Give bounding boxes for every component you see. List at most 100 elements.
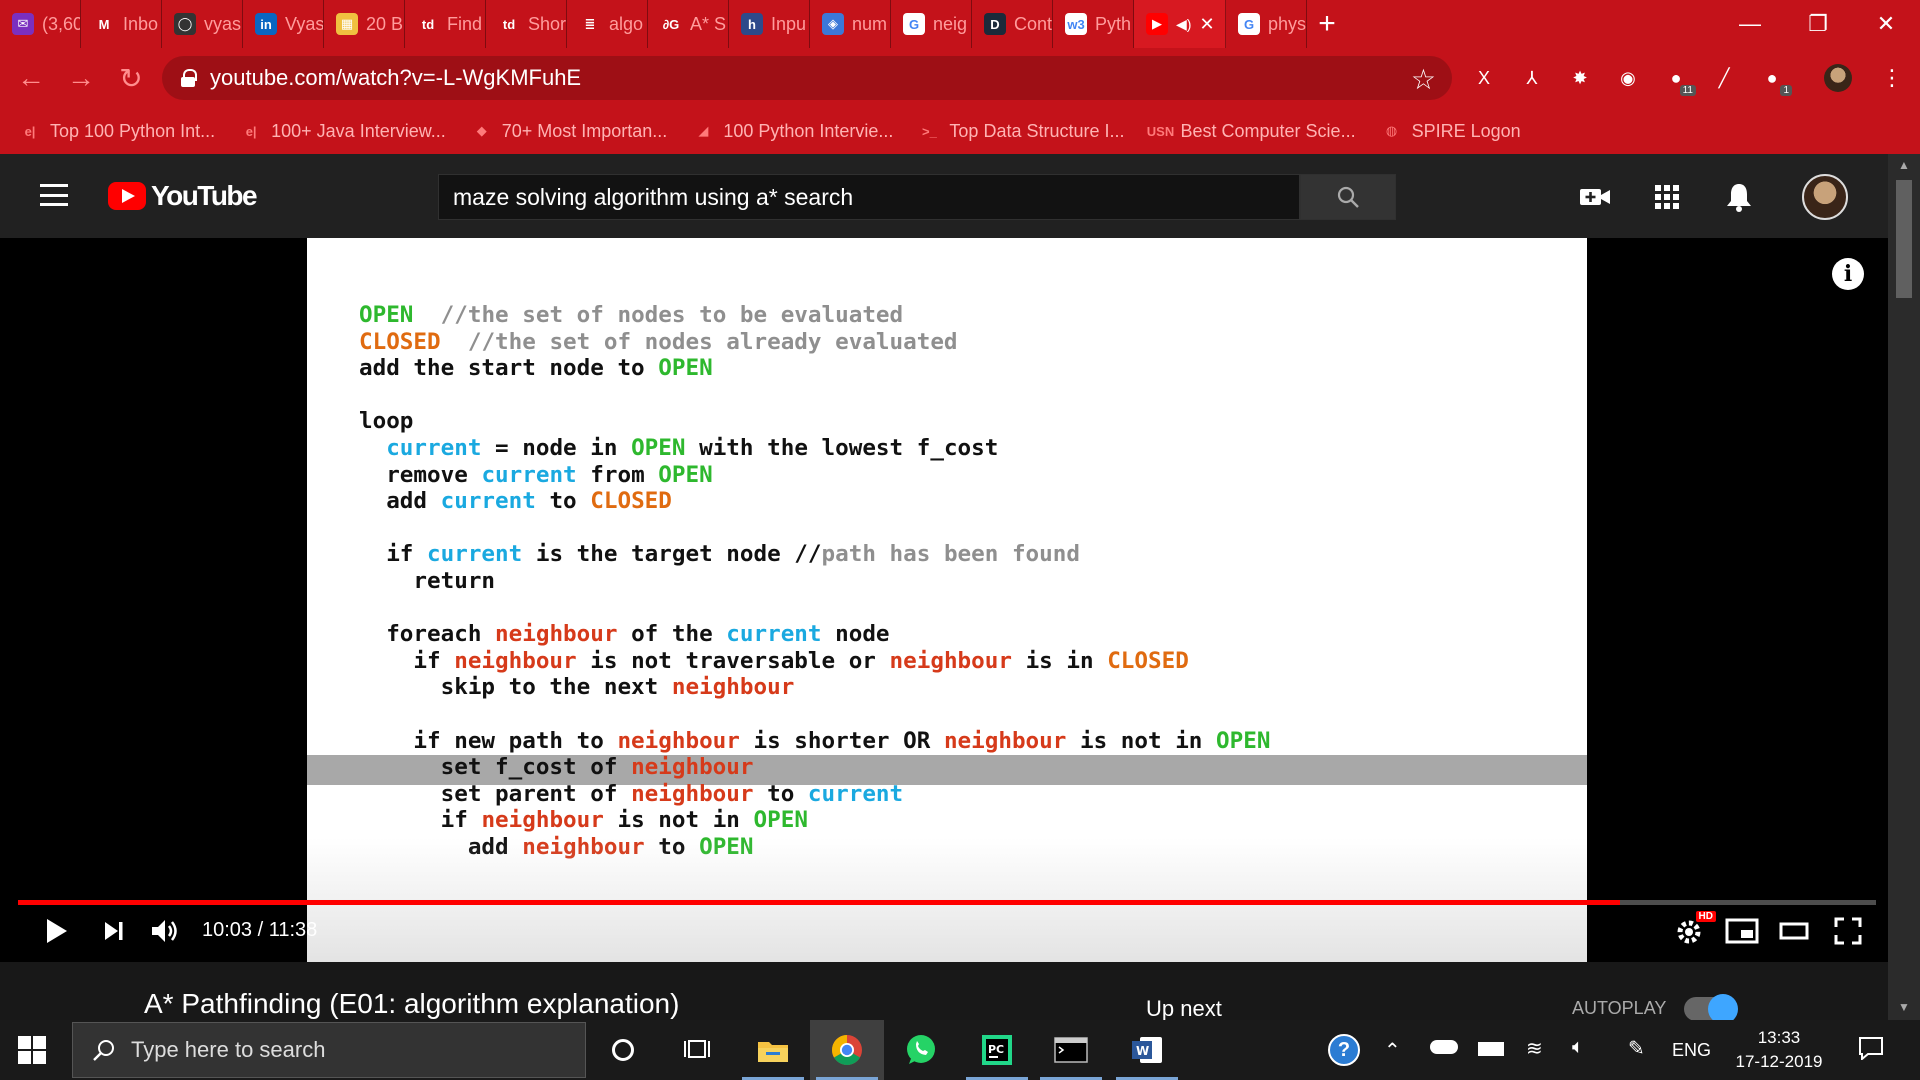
whatsapp-icon[interactable] [884,1020,958,1080]
browser-tab[interactable]: Gneig [891,0,972,48]
browser-tab[interactable]: M Inbo [81,0,162,48]
code-token: OPEN [359,302,414,328]
cortana-icon[interactable] [586,1020,660,1080]
windows-start-icon[interactable] [18,1036,46,1064]
autoplay-label: AUTOPLAY [1572,998,1667,1018]
browser-tab[interactable]: ◈ num [810,0,891,48]
browser-tab[interactable]: Gphys [1226,0,1307,48]
youtube-logo[interactable]: YouTube [108,180,258,212]
new-tab-button[interactable]: + [1307,0,1347,48]
scroll-down-arrow-icon[interactable]: ▼ [1898,1000,1910,1014]
code-token: if [359,647,455,674]
bookmark-item[interactable]: ◢ 100 Python Intervie... [693,121,893,142]
browser-tab[interactable]: ▦ 20 B [324,0,405,48]
chrome-menu-icon[interactable]: ⋮ [1876,62,1908,94]
search-input[interactable]: maze solving algorithm using a* search [438,174,1300,220]
browser-tab[interactable]: ▶ ◀) ✕ [1134,0,1226,48]
bookmark-item[interactable]: USN Best Computer Scie... [1147,121,1356,142]
miniplayer-button[interactable] [1724,913,1760,949]
help-icon[interactable]: ? [1328,1034,1360,1066]
green-ext-icon[interactable]: ● 1 [1756,62,1792,96]
language-indicator[interactable]: ENG [1672,1040,1711,1061]
bookmark-star-icon[interactable]: ☆ [1411,63,1436,96]
forward-button[interactable]: → [56,53,106,103]
theater-mode-button[interactable] [1776,913,1812,949]
reload-button[interactable]: ↻ [106,53,156,103]
browser-tab[interactable]: D Cont [972,0,1053,48]
code-token: if new path to [359,727,618,754]
play-button[interactable] [38,913,74,949]
action-center-icon[interactable] [1858,1036,1884,1066]
tab-close-icon[interactable]: ✕ [1199,14,1214,35]
word-icon[interactable]: W [1110,1020,1184,1080]
fullscreen-button[interactable] [1830,913,1866,949]
scroll-up-arrow-icon[interactable]: ▲ [1898,158,1910,172]
settings-button[interactable]: HD [1670,911,1716,949]
extension-badge: 11 [1679,85,1696,96]
close-window-button[interactable]: ✕ [1852,0,1920,48]
browser-tab[interactable]: td Find [405,0,486,48]
bookmark-item[interactable]: ◆ 70+ Most Importan... [472,121,668,142]
pen-icon[interactable]: ✎ [1628,1036,1645,1061]
autoplay-toggle[interactable] [1684,994,1738,1024]
code-token: add [359,488,441,515]
tab-label: num [852,13,888,34]
onedrive-icon[interactable] [1430,1040,1458,1054]
browser-tab[interactable]: ✉ (3,60 [0,0,81,48]
taskbar-clock[interactable]: 13:33 17-12-2019 [1724,1026,1834,1074]
task-view-icon[interactable] [660,1020,734,1080]
profile-avatar[interactable] [1822,62,1854,94]
minimize-button[interactable]: — [1716,0,1784,48]
volume-button[interactable] [148,913,184,949]
browser-tab[interactable]: td Shor [486,0,567,48]
scroll-thumb[interactable] [1896,180,1912,298]
td-icon: td [498,13,520,35]
file-explorer-icon[interactable] [736,1020,810,1080]
bookmark-item[interactable]: >_ Top Data Structure I... [919,121,1125,142]
browser-tab[interactable]: ∂G A* S [648,0,729,48]
search-button[interactable] [1300,174,1396,220]
wifi-icon[interactable]: ≋ [1526,1036,1543,1061]
hd-badge: HD [1695,911,1716,922]
pen-ext-icon[interactable]: ╱ [1708,62,1740,94]
progress-bar[interactable] [18,900,1876,905]
restore-button[interactable]: ❐ [1784,0,1852,48]
video-player[interactable]: OPEN //the set of nodes to be evaluated C… [0,238,1888,962]
code-token: OPEN [658,355,713,382]
notifications-bell-icon[interactable] [1720,178,1758,216]
taskbar-search-input[interactable]: Type here to search [72,1022,586,1078]
code-token: path has been found [821,541,1080,568]
badge-ext-icon[interactable]: ● 11 [1660,62,1696,96]
browser-tab[interactable]: h Inpu [729,0,810,48]
excel-ext-icon[interactable]: X [1468,62,1500,94]
browser-tab[interactable]: w3 Pyth [1053,0,1134,48]
puzzle-ext-icon[interactable]: ✸ [1564,62,1596,94]
speaker-icon[interactable]: 🔈︎ [1572,1036,1584,1059]
pycharm-icon[interactable]: PC [960,1020,1034,1080]
bookmark-item[interactable]: e| 100+ Java Interview... [241,121,446,142]
tab-audio-icon[interactable]: ◀) [1176,16,1191,33]
account-avatar[interactable] [1802,174,1848,220]
create-video-icon[interactable] [1576,178,1614,216]
browser-tab[interactable]: ◯ vyas [162,0,243,48]
terminal-icon[interactable] [1034,1020,1108,1080]
page-scrollbar[interactable]: ▲ ▼ [1888,154,1920,1020]
code-token: is the target node [522,541,795,568]
address-bar[interactable]: youtube.com/watch?v=-L-WgKMFuhE ☆ [162,56,1452,100]
bookmark-item[interactable]: e| Top 100 Python Int... [20,121,216,142]
tab-label: Find [447,13,483,34]
pdf-ext-icon[interactable]: ⅄ [1516,62,1548,94]
circle-ext-icon[interactable]: ◉ [1612,62,1644,94]
battery-icon[interactable] [1478,1042,1504,1056]
next-button[interactable] [98,913,130,949]
back-button[interactable]: ← [6,53,56,103]
menu-icon[interactable] [40,184,68,206]
browser-tab[interactable]: ≣ algo [567,0,648,48]
info-icon[interactable]: i [1832,258,1864,290]
bookmark-item[interactable]: ◍ SPIRE Logon [1382,121,1521,142]
show-hidden-icons-chevron-icon[interactable]: ⌃ [1384,1038,1401,1063]
code-token: current [726,621,822,648]
apps-grid-icon[interactable] [1648,178,1686,216]
browser-tab[interactable]: in Vyas [243,0,324,48]
chrome-icon[interactable] [810,1020,884,1080]
